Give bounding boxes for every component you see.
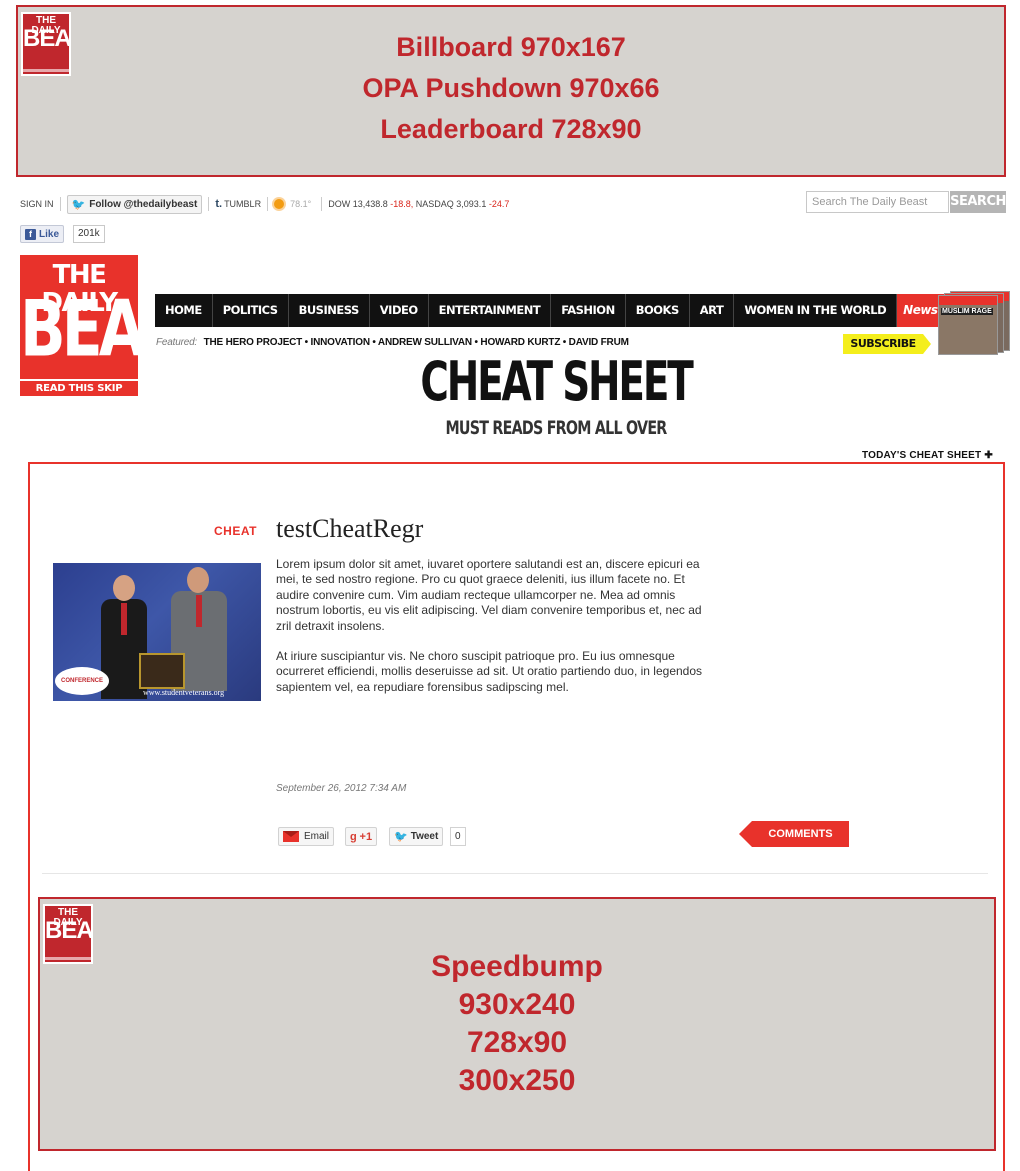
google-plus-button[interactable]: g +1 <box>345 827 378 846</box>
todays-cheat-sheet-link[interactable]: TODAY'S CHEAT SHEET ✚ <box>862 450 993 461</box>
nav-books[interactable]: BOOKS <box>626 294 690 327</box>
top-ad-placeholder: THE DAILY BEAST Billboard 970x167 OPA Pu… <box>16 5 1006 177</box>
nav-entertainment[interactable]: ENTERTAINMENT <box>429 294 552 327</box>
top-ad-sizes: Billboard 970x167 OPA Pushdown 970x66 Le… <box>362 32 660 144</box>
tweet-button[interactable]: 🐦 Tweet <box>389 827 444 846</box>
page-title: CHEAT SHEET <box>420 350 693 413</box>
article-date: September 26, 2012 7:34 AM <box>276 783 407 794</box>
magazine-cover-headline: MUSLIM RAGE <box>941 308 993 315</box>
featured-link-list[interactable]: THE HERO PROJECT • INNOVATION • ANDREW S… <box>204 337 629 348</box>
article-headline[interactable]: testCheatRegr <box>276 514 423 544</box>
photo-watermark: www.studentveterans.org <box>143 688 225 697</box>
photo-badge: CONFERENCE <box>55 667 109 695</box>
article-paragraph: Lorem ipsum dolor sit amet, iuvaret opor… <box>276 557 702 633</box>
photo-plaque <box>139 653 185 689</box>
nasdaq-change: -24.7 <box>488 199 510 209</box>
nasdaq-value: NASDAQ 3,093.1 <box>415 199 487 209</box>
page-subtitle: MUST READS FROM ALL OVER <box>445 417 667 439</box>
nav-art[interactable]: ART <box>690 294 735 327</box>
dow-change: -18.8, <box>390 199 414 209</box>
section-divider <box>42 873 988 874</box>
tumblr-icon: t. <box>215 198 223 210</box>
tumblr-link[interactable]: TUMBLR <box>224 199 261 209</box>
site-logo[interactable]: THE DAILY BEAST READ THIS SKIP THAT <box>20 255 221 409</box>
twitter-bird-icon: 🐦 <box>71 198 86 211</box>
nav-politics[interactable]: POLITICS <box>213 294 289 327</box>
speedbump-ad-placeholder: THE DAILY BEAST Speedbump 930x240 728x90… <box>38 897 996 1151</box>
nav-women-in-the-world[interactable]: WOMEN IN THE WORLD <box>734 294 898 327</box>
comments-button[interactable]: COMMENTS <box>739 821 849 847</box>
article-category-tag: CHEAT <box>214 524 257 538</box>
envelope-icon <box>283 831 299 842</box>
nav-fashion[interactable]: FASHION <box>551 294 626 327</box>
featured-links: Featured: THE HERO PROJECT • INNOVATION … <box>156 337 629 348</box>
nav-home[interactable]: HOME <box>155 294 213 327</box>
twitter-follow-button[interactable]: 🐦 Follow @thedailybeast <box>66 194 203 214</box>
facebook-icon: f <box>25 228 36 240</box>
main-nav: HOME POLITICS BUSINESS VIDEO ENTERTAINME… <box>155 294 977 327</box>
article-paragraph: At iriure suscipiantur vis. Ne choro sus… <box>276 649 703 694</box>
email-share-button[interactable]: Email <box>278 827 335 846</box>
sign-in-link[interactable]: SIGN IN <box>20 199 54 209</box>
facebook-like-button[interactable]: f Like <box>20 225 65 243</box>
google-plus-icon: g <box>350 830 357 843</box>
subscribe-button[interactable]: SUBSCRIBE <box>843 334 931 354</box>
tweet-count: 0 <box>450 827 466 846</box>
search-button[interactable]: SEARCH <box>950 191 1006 213</box>
speedbump-ad-sizes: Speedbump 930x240 728x90 300x250 <box>431 950 603 1097</box>
weather-sun-icon <box>274 199 285 209</box>
logo-tagline: READ THIS SKIP THAT <box>20 379 138 409</box>
dow-value: DOW 13,438.8 <box>328 199 388 209</box>
nav-video[interactable]: VIDEO <box>370 294 429 327</box>
search-input[interactable]: Search The Daily Beast <box>806 191 949 213</box>
nav-business[interactable]: BUSINESS <box>289 294 370 327</box>
newsweek-cover-stack[interactable]: MUSLIM RAGE <box>938 291 1014 355</box>
weather-temp: 78.1° <box>290 199 312 209</box>
utility-bar: SIGN IN 🐦 Follow @thedailybeast t. TUMBL… <box>20 192 509 216</box>
article-body: Lorem ipsum dolor sit amet, iuvaret opor… <box>276 557 706 710</box>
twitter-bird-icon: 🐦 <box>394 831 408 843</box>
article-photo[interactable]: CONFERENCE www.studentveterans.org <box>53 563 261 701</box>
like-count: 201k <box>73 225 105 243</box>
